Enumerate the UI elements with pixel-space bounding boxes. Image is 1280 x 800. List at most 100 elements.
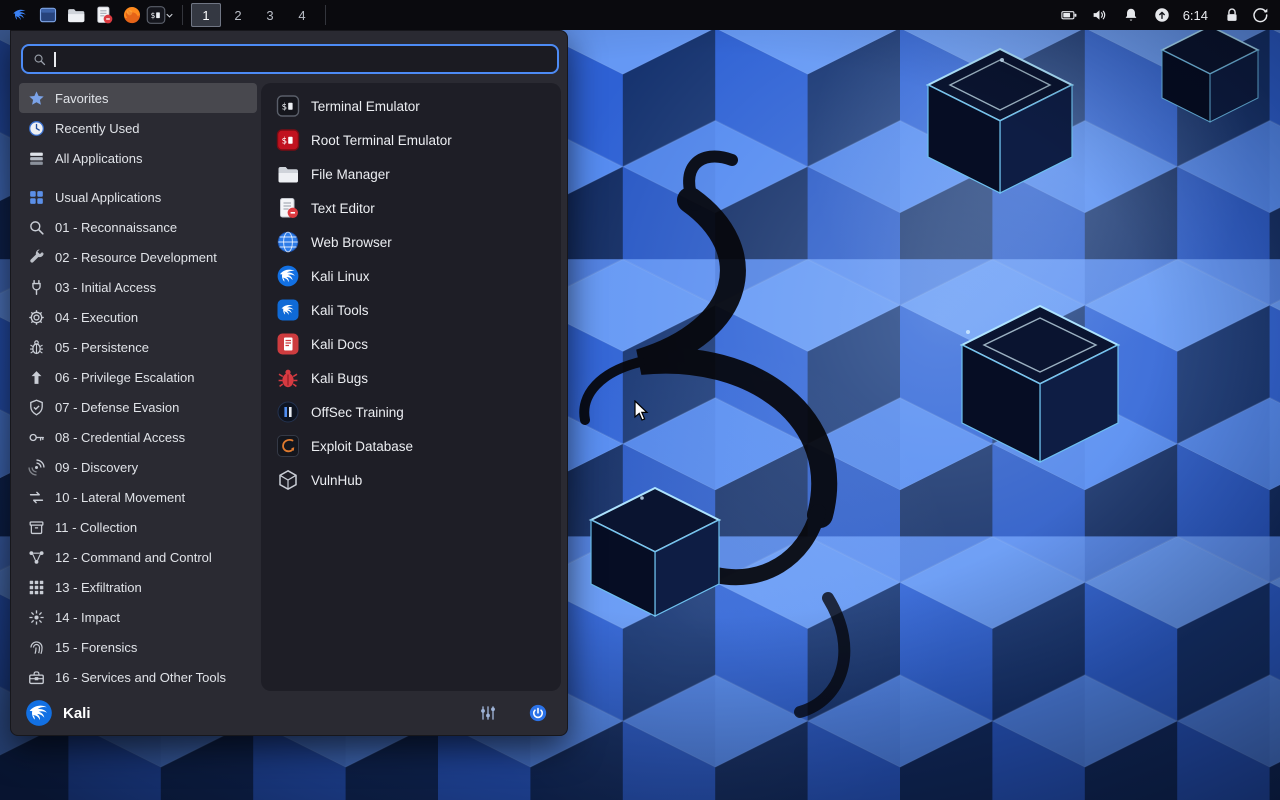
sidebar-item-label: All Applications [55, 150, 143, 166]
app-item-kali-docs[interactable]: Kali Docs [267, 327, 555, 361]
kali-menu-button[interactable] [6, 2, 34, 28]
kali-user-avatar [26, 700, 52, 726]
search-input[interactable] [62, 51, 548, 67]
sidebar-item-label: Recently Used [55, 120, 140, 136]
top-panel: 1 2 3 4 6:14 [0, 0, 1280, 30]
sidebar-item-credential-access[interactable]: 08 - Credential Access [19, 422, 257, 452]
sidebar-item-label: 13 - Exfiltration [55, 579, 142, 595]
sidebar-item-initial-access[interactable]: 03 - Initial Access [19, 272, 257, 302]
app-item-vulnhub[interactable]: VulnHub [267, 463, 555, 497]
sidebar-item-execution[interactable]: 04 - Execution [19, 302, 257, 332]
fingerprint-icon [27, 638, 46, 657]
app-item-terminal-emulator[interactable]: Terminal Emulator [267, 89, 555, 123]
lock-screen-button[interactable] [1218, 2, 1246, 28]
firefox-launcher-button[interactable] [118, 2, 146, 28]
power-icon [528, 703, 548, 723]
sidebar-item-resource-development[interactable]: 02 - Resource Development [19, 242, 257, 272]
sidebar-item-lateral-movement[interactable]: 10 - Lateral Movement [19, 482, 257, 512]
app-item-file-manager[interactable]: File Manager [267, 157, 555, 191]
sidebar-item-label: 10 - Lateral Movement [55, 489, 186, 505]
system-tray [1060, 6, 1171, 24]
window-icon [38, 5, 58, 25]
app-item-kali-linux[interactable]: Kali Linux [267, 259, 555, 293]
folder-icon [276, 162, 300, 186]
app-item-label: Kali Bugs [311, 370, 369, 386]
desktop: 1 2 3 4 6:14 Favorites Recently Used All… [0, 0, 1280, 800]
sidebar-item-all-applications[interactable]: All Applications [19, 143, 257, 173]
arrows-icon [27, 488, 46, 507]
text-caret [54, 51, 56, 67]
sidebar-item-exfiltration[interactable]: 13 - Exfiltration [19, 572, 257, 602]
chevron-down-icon [164, 10, 175, 21]
menu-settings-button[interactable] [473, 698, 503, 728]
sidebar-item-command-and-control[interactable]: 12 - Command and Control [19, 542, 257, 572]
app-item-exploit-database[interactable]: Exploit Database [267, 429, 555, 463]
sidebar-item-label: 01 - Reconnaissance [55, 219, 178, 235]
menu-logout-button[interactable] [523, 698, 553, 728]
app-item-label: Terminal Emulator [311, 98, 420, 114]
workspace-button-3[interactable]: 3 [255, 3, 285, 27]
kali-menu-icon [13, 9, 26, 21]
app-item-label: Kali Docs [311, 336, 369, 352]
app-item-offsec-training[interactable]: OffSec Training [267, 395, 555, 429]
lock-icon [1222, 5, 1242, 25]
grid-icon [27, 188, 46, 207]
wrench-icon [27, 248, 46, 267]
app-item-label: VulnHub [311, 472, 363, 488]
file-manager-launcher-button[interactable] [62, 2, 90, 28]
panel-separator [325, 5, 326, 25]
window-launcher-button[interactable] [34, 2, 62, 28]
text-editor-icon [276, 196, 300, 220]
session-restart-icon [1250, 5, 1270, 25]
app-item-kali-bugs[interactable]: Kali Bugs [267, 361, 555, 395]
session-restart-button[interactable] [1246, 2, 1274, 28]
sidebar-item-label: 04 - Execution [55, 309, 139, 325]
bell-icon[interactable] [1122, 6, 1140, 24]
app-item-label: Kali Linux [311, 268, 370, 284]
sidebar-item-persistence[interactable]: 05 - Persistence [19, 332, 257, 362]
app-item-text-editor[interactable]: Text Editor [267, 191, 555, 225]
sidebar-item-privilege-escalation[interactable]: 06 - Privilege Escalation [19, 362, 257, 392]
sidebar-item-label: 03 - Initial Access [55, 279, 157, 295]
sidebar-item-label: Favorites [55, 90, 109, 106]
sidebar-item-collection[interactable]: 11 - Collection [19, 512, 257, 542]
sidebar-item-usual-applications[interactable]: Usual Applications [19, 182, 257, 212]
kali-icon [276, 264, 300, 288]
sidebar-item-forensics[interactable]: 15 - Forensics [19, 632, 257, 662]
workspace-button-1[interactable]: 1 [191, 3, 221, 27]
sidebar-item-impact[interactable]: 14 - Impact [19, 602, 257, 632]
offsec-icon [276, 400, 300, 424]
workspace-button-2[interactable]: 2 [223, 3, 253, 27]
category-sidebar: Favorites Recently Used All Applications… [19, 83, 257, 692]
sidebar-item-discovery[interactable]: 09 - Discovery [19, 452, 257, 482]
app-item-kali-tools[interactable]: Kali Tools [267, 293, 555, 327]
arrow-up-icon [27, 368, 46, 387]
battery-icon[interactable] [1060, 6, 1078, 24]
sidebar-item-recently-used[interactable]: Recently Used [19, 113, 257, 143]
app-item-label: Root Terminal Emulator [311, 132, 452, 148]
sidebar-item-label: 16 - Services and Other Tools [55, 669, 227, 685]
speaker-icon[interactable] [1091, 6, 1109, 24]
stack-icon [27, 149, 46, 168]
burst-icon [27, 608, 46, 627]
terminal-icon [146, 5, 166, 25]
text-editor-launcher-button[interactable] [90, 2, 118, 28]
app-item-web-browser[interactable]: Web Browser [267, 225, 555, 259]
app-item-root-terminal-emulator[interactable]: Root Terminal Emulator [267, 123, 555, 157]
sidebar-item-label: 12 - Command and Control [55, 549, 212, 565]
terminal-launcher-button[interactable] [146, 2, 175, 28]
clock[interactable]: 6:14 [1183, 8, 1208, 23]
app-item-label: OffSec Training [311, 404, 404, 420]
bug-red-icon [276, 366, 300, 390]
sidebar-item-label: 15 - Forensics [55, 639, 138, 655]
kali-docs-icon [276, 332, 300, 356]
sidebar-item-services-and-other-tools[interactable]: 16 - Services and Other Tools [19, 662, 257, 692]
sidebar-item-favorites[interactable]: Favorites [19, 83, 257, 113]
sidebar-item-defense-evasion[interactable]: 07 - Defense Evasion [19, 392, 257, 422]
search-bar[interactable] [21, 44, 559, 74]
sidebar-item-reconnaissance[interactable]: 01 - Reconnaissance [19, 212, 257, 242]
gear-icon [27, 308, 46, 327]
workspace-button-4[interactable]: 4 [287, 3, 317, 27]
sidebar-item-label: 09 - Discovery [55, 459, 139, 475]
status-circle-icon[interactable] [1153, 6, 1171, 24]
